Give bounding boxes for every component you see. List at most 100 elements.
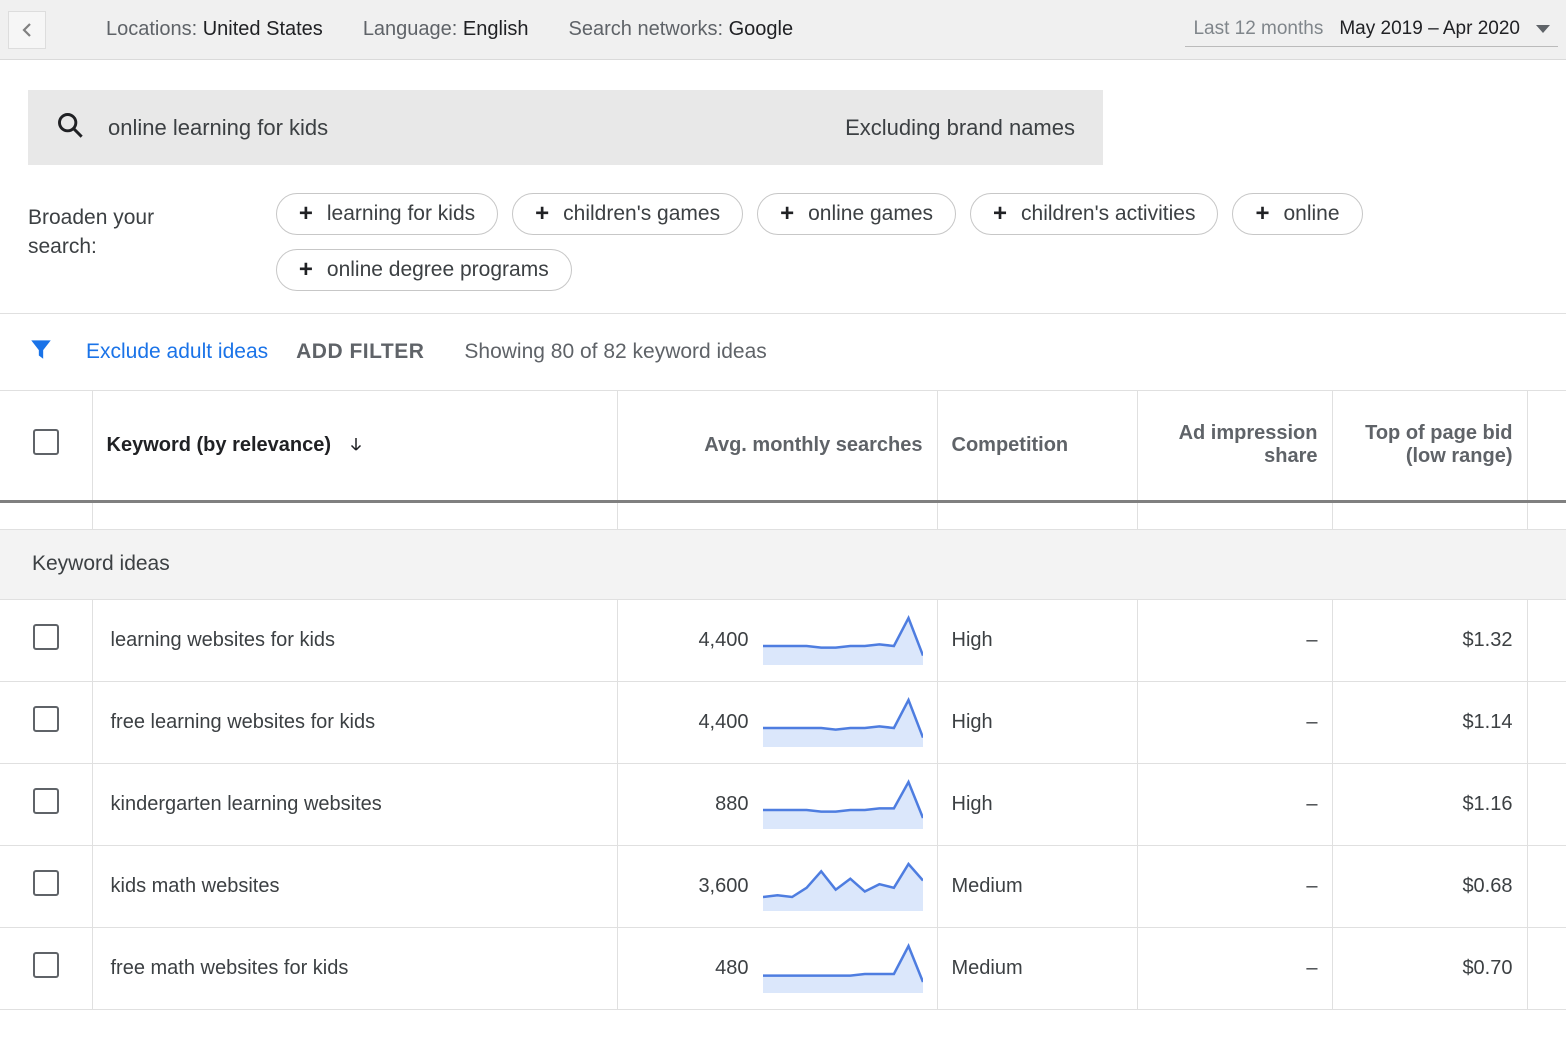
locations-selector[interactable]: Locations: United States: [106, 18, 323, 41]
networks-label: Search networks:: [569, 18, 724, 40]
top-settings-bar: Locations: United States Language: Engli…: [0, 0, 1566, 60]
plus-icon: +: [299, 258, 313, 282]
table-header-row: Keyword (by relevance) Avg. monthly sear…: [0, 391, 1566, 501]
keyword-cell[interactable]: learning websites for kids: [92, 599, 617, 681]
search-query-text: online learning for kids: [108, 115, 328, 141]
select-all-checkbox[interactable]: [33, 429, 59, 455]
language-value: English: [463, 18, 529, 40]
table-row: free learning websites for kids4,400High…: [0, 681, 1566, 763]
sparkline-icon: [763, 615, 923, 665]
language-label: Language:: [363, 18, 458, 40]
plus-icon: +: [1255, 202, 1269, 226]
date-range-label: Last 12 months: [1193, 18, 1323, 40]
language-selector[interactable]: Language: English: [363, 18, 529, 41]
header-avg-searches[interactable]: Avg. monthly searches: [617, 391, 937, 501]
chip-label: online games: [808, 202, 933, 226]
row-end: [1527, 681, 1566, 763]
showing-count-text: Showing 80 of 82 keyword ideas: [464, 340, 766, 364]
row-end: [1527, 599, 1566, 681]
section-label: Keyword ideas: [0, 529, 1566, 599]
bid-low-cell: $0.68: [1332, 845, 1527, 927]
row-end: [1527, 763, 1566, 845]
competition-cell: High: [937, 681, 1137, 763]
avg-searches-cell: 4,400: [617, 681, 937, 763]
broaden-chip[interactable]: +online degree programs: [276, 249, 572, 291]
impression-cell: –: [1137, 845, 1332, 927]
bid-low-cell: $1.14: [1332, 681, 1527, 763]
sparkline-icon: [763, 943, 923, 993]
header-end: [1527, 391, 1566, 501]
row-checkbox[interactable]: [33, 870, 59, 896]
avg-value: 3,600: [698, 875, 748, 898]
avg-searches-cell: 480: [617, 927, 937, 1009]
plus-icon: +: [535, 202, 549, 226]
row-checkbox[interactable]: [33, 706, 59, 732]
chevron-left-icon: [19, 22, 35, 38]
sparkline-icon: [763, 779, 923, 829]
chip-label: children's activities: [1021, 202, 1195, 226]
chip-label: learning for kids: [327, 202, 475, 226]
bid-low-cell: $1.16: [1332, 763, 1527, 845]
filter-row: Exclude adult ideas ADD FILTER Showing 8…: [0, 314, 1566, 391]
competition-cell: Medium: [937, 927, 1137, 1009]
keyword-cell[interactable]: free learning websites for kids: [92, 681, 617, 763]
row-checkbox-cell: [0, 599, 92, 681]
broaden-chips: +learning for kids+children's games+onli…: [276, 193, 1538, 291]
row-checkbox-cell: [0, 681, 92, 763]
row-checkbox[interactable]: [33, 952, 59, 978]
broaden-chip[interactable]: + children's games: [512, 193, 743, 235]
table-row: free math websites for kids480Medium–$0.…: [0, 927, 1566, 1009]
plus-icon: +: [993, 202, 1007, 226]
avg-value: 480: [715, 957, 748, 980]
keyword-cell[interactable]: kindergarten learning websites: [92, 763, 617, 845]
competition-cell: Medium: [937, 845, 1137, 927]
bid-low-cell: $1.32: [1332, 599, 1527, 681]
broaden-chip[interactable]: + online: [1232, 193, 1362, 235]
sparkline-icon: [763, 697, 923, 747]
keyword-cell[interactable]: free math websites for kids: [92, 927, 617, 1009]
keyword-cell[interactable]: kids math websites: [92, 845, 617, 927]
row-checkbox-cell: [0, 763, 92, 845]
table-spacer-row: [0, 501, 1566, 529]
filter-icon[interactable]: [28, 336, 58, 368]
table-row: learning websites for kids4,400High–$1.3…: [0, 599, 1566, 681]
broaden-chip[interactable]: + children's activities: [970, 193, 1218, 235]
broaden-chip[interactable]: + online games: [757, 193, 956, 235]
chip-label: children's games: [563, 202, 720, 226]
broaden-chip[interactable]: +learning for kids: [276, 193, 498, 235]
broaden-label: Broaden your search:: [28, 193, 236, 291]
row-end: [1527, 927, 1566, 1009]
row-checkbox[interactable]: [33, 624, 59, 650]
networks-selector[interactable]: Search networks: Google: [569, 18, 794, 41]
locations-label: Locations:: [106, 18, 197, 40]
header-bid-low[interactable]: Top of page bid (low range): [1332, 391, 1527, 501]
avg-value: 4,400: [698, 629, 748, 652]
networks-value: Google: [729, 18, 794, 40]
impression-cell: –: [1137, 681, 1332, 763]
table-row: kids math websites 3,600 Medium–$0.68: [0, 845, 1566, 927]
exclude-adult-ideas-link[interactable]: Exclude adult ideas: [86, 340, 268, 364]
table-section-row: Keyword ideas: [0, 529, 1566, 599]
row-checkbox[interactable]: [33, 788, 59, 814]
header-impression-share[interactable]: Ad impression share: [1137, 391, 1332, 501]
search-icon: [56, 111, 84, 145]
header-competition[interactable]: Competition: [937, 391, 1137, 501]
add-filter-button[interactable]: ADD FILTER: [296, 340, 424, 364]
sort-arrow-down-icon: [347, 435, 365, 459]
avg-searches-cell: 4,400: [617, 599, 937, 681]
date-range-selector[interactable]: Last 12 months May 2019 – Apr 2020: [1185, 12, 1558, 47]
search-exclusion-text: Excluding brand names: [845, 115, 1075, 141]
plus-icon: +: [780, 202, 794, 226]
header-keyword[interactable]: Keyword (by relevance): [92, 391, 617, 501]
header-checkbox-cell: [0, 391, 92, 501]
competition-cell: High: [937, 599, 1137, 681]
chip-label: online: [1283, 202, 1339, 226]
sparkline-icon: [763, 861, 923, 911]
table-row: kindergarten learning websites880High–$1…: [0, 763, 1566, 845]
avg-value: 880: [715, 793, 748, 816]
back-button[interactable]: [8, 11, 46, 49]
chevron-down-icon: [1536, 25, 1550, 33]
search-box[interactable]: online learning for kids Excluding brand…: [28, 90, 1103, 165]
row-checkbox-cell: [0, 927, 92, 1009]
competition-cell: High: [937, 763, 1137, 845]
